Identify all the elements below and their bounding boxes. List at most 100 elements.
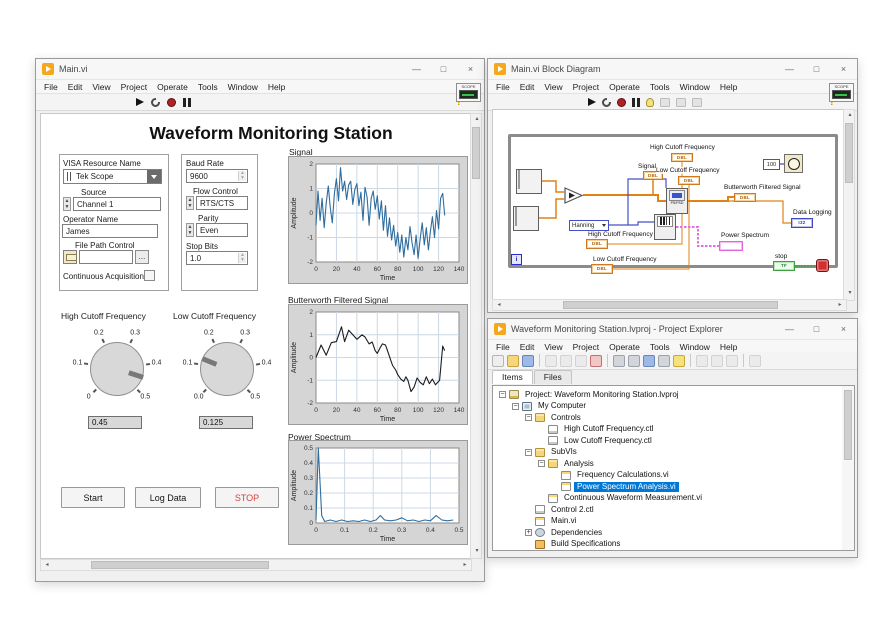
- explorer-tab[interactable]: Files: [534, 370, 572, 384]
- tree-item-label[interactable]: Continuous Waveform Measurement.vi: [561, 493, 705, 503]
- browse-button[interactable]: ...: [135, 250, 149, 264]
- tree-item-label[interactable]: Control 2.ctl: [548, 505, 597, 515]
- new-file-icon[interactable]: [492, 355, 504, 367]
- run-continuous-icon[interactable]: [151, 98, 160, 107]
- high-cutoff-value[interactable]: 0.45: [88, 416, 142, 429]
- delete-icon[interactable]: [590, 355, 602, 367]
- tree-row[interactable]: − My Computer: [493, 401, 854, 413]
- butterworth-filter-vi-icon[interactable]: PS/PSD: [666, 188, 688, 214]
- high-cutoff-ctl-terminal[interactable]: DBL: [586, 239, 608, 249]
- flow-field[interactable]: RTS/CTS: [196, 196, 248, 210]
- baud-field[interactable]: 9600 ▲▼: [186, 169, 248, 183]
- menu-item[interactable]: Project: [568, 342, 604, 352]
- parity-spinner[interactable]: ▲▼: [186, 223, 194, 237]
- close-button[interactable]: ×: [830, 59, 857, 79]
- file-path-field[interactable]: [79, 250, 133, 264]
- menu-item[interactable]: Edit: [63, 82, 88, 92]
- scroll-up-arrow[interactable]: ▴: [844, 110, 856, 122]
- flow-spinner[interactable]: ▲▼: [186, 196, 194, 210]
- stop-bits-field[interactable]: 1.0 ▲▼: [186, 251, 248, 265]
- high-cutoff-knob[interactable]: 00.10.20.30.40.5: [59, 321, 175, 417]
- log-data-button[interactable]: Log Data: [135, 487, 201, 508]
- maximize-button[interactable]: □: [803, 59, 830, 79]
- tree-row[interactable]: − Analysis: [493, 458, 854, 470]
- high-cutoff-ind-terminal[interactable]: DBL: [671, 153, 693, 162]
- front-panel-vscroll[interactable]: ▴ ▾: [470, 113, 482, 559]
- tree-row[interactable]: Build Specifications: [493, 539, 854, 551]
- tree-row[interactable]: − Controls: [493, 412, 854, 424]
- tree-row[interactable]: Control 2.ctl: [493, 504, 854, 516]
- menu-item[interactable]: Tools: [193, 82, 223, 92]
- open-folder-icon[interactable]: [507, 355, 519, 367]
- scroll-left-arrow[interactable]: ◂: [493, 300, 505, 312]
- tree-item-label[interactable]: Main.vi: [548, 516, 579, 526]
- low-cutoff-value[interactable]: 0.125: [199, 416, 253, 429]
- tree-item-label[interactable]: Low Cutoff Frequency.ctl: [561, 436, 655, 446]
- baud-spinner[interactable]: ▲▼: [238, 171, 246, 181]
- save-icon[interactable]: [522, 355, 534, 367]
- vscroll-thumb[interactable]: [472, 127, 480, 179]
- hscroll-thumb[interactable]: [563, 301, 778, 309]
- menu-item[interactable]: Edit: [515, 82, 540, 92]
- menu-item[interactable]: Tools: [645, 82, 675, 92]
- stop-terminal[interactable]: TF: [773, 261, 795, 271]
- tree-item-label[interactable]: Controls: [548, 413, 584, 423]
- properties-icon[interactable]: [658, 355, 670, 367]
- menu-item[interactable]: Help: [263, 82, 290, 92]
- pause-icon[interactable]: [632, 98, 640, 107]
- front-panel-titlebar[interactable]: Main.vi — □ ×: [36, 59, 484, 80]
- loop-condition-stop-icon[interactable]: [816, 259, 829, 272]
- cut-icon[interactable]: [545, 355, 557, 367]
- minimize-button[interactable]: —: [403, 59, 430, 79]
- parity-field[interactable]: Even: [196, 223, 248, 237]
- maximize-button[interactable]: □: [430, 59, 457, 79]
- low-cutoff-knob[interactable]: 0.00.10.20.30.40.5: [169, 321, 285, 417]
- tree-item-label[interactable]: Analysis: [561, 459, 597, 469]
- wait-ms-constant[interactable]: 100: [763, 159, 780, 170]
- visa-resource-combo[interactable]: Tek Scope: [63, 169, 162, 184]
- deploy-icon[interactable]: [696, 355, 708, 367]
- hscroll-thumb[interactable]: [91, 561, 269, 569]
- pause-icon[interactable]: [183, 98, 191, 107]
- tree-item-label[interactable]: Dependencies: [548, 528, 605, 538]
- expand-toggle-icon[interactable]: −: [512, 403, 519, 410]
- tree-row[interactable]: − Project: Waveform Monitoring Station.l…: [493, 389, 854, 401]
- power-spectrum-vi-icon[interactable]: [654, 214, 676, 240]
- view-files-icon[interactable]: [643, 355, 655, 367]
- merge-signals-node[interactable]: [564, 187, 584, 204]
- commit-icon[interactable]: [726, 355, 738, 367]
- project-explorer-titlebar[interactable]: Waveform Monitoring Station.lvproj - Pro…: [488, 319, 857, 340]
- tree-item-label[interactable]: High Cutoff Frequency.ctl: [561, 424, 657, 434]
- tree-row[interactable]: Low Cutoff Frequency.ctl: [493, 435, 854, 447]
- vscroll-thumb[interactable]: [845, 123, 853, 183]
- menu-item[interactable]: Window: [675, 342, 715, 352]
- tree-row[interactable]: Continuous Waveform Measurement.vi: [493, 493, 854, 505]
- menu-item[interactable]: Operate: [604, 82, 645, 92]
- bd-vscroll[interactable]: ▴ ▾: [843, 109, 855, 301]
- minimize-button[interactable]: —: [776, 319, 803, 339]
- tree-row[interactable]: Main.vi: [493, 516, 854, 528]
- menu-item[interactable]: Operate: [604, 342, 645, 352]
- menu-item[interactable]: View: [539, 82, 567, 92]
- tree-row[interactable]: + Dependencies: [493, 527, 854, 539]
- tree-item-label[interactable]: Build Specifications: [548, 539, 623, 549]
- source-spinner[interactable]: ▲▼: [63, 197, 71, 211]
- close-button[interactable]: ×: [830, 319, 857, 339]
- scroll-right-arrow[interactable]: ▸: [459, 560, 471, 572]
- close-button[interactable]: ×: [457, 59, 484, 79]
- run-icon[interactable]: [136, 98, 144, 106]
- minimize-button[interactable]: —: [776, 59, 803, 79]
- iteration-terminal[interactable]: i: [511, 254, 522, 265]
- daq-express-vi-icon[interactable]: [516, 169, 542, 194]
- bd-hscroll[interactable]: ◂ ▸: [492, 299, 847, 311]
- paste-icon[interactable]: [575, 355, 587, 367]
- abort-icon[interactable]: [167, 98, 176, 107]
- butterworth-ind-terminal[interactable]: DBL: [734, 193, 756, 202]
- resolve-conflicts-icon[interactable]: [613, 355, 625, 367]
- expand-toggle-icon[interactable]: −: [499, 391, 506, 398]
- expand-toggle-icon[interactable]: +: [525, 529, 532, 536]
- copy-icon[interactable]: [560, 355, 572, 367]
- stop-button[interactable]: STOP: [215, 487, 279, 508]
- tree-item-label[interactable]: Project: Waveform Monitoring Station.lvp…: [522, 390, 682, 400]
- scroll-up-arrow[interactable]: ▴: [471, 114, 483, 126]
